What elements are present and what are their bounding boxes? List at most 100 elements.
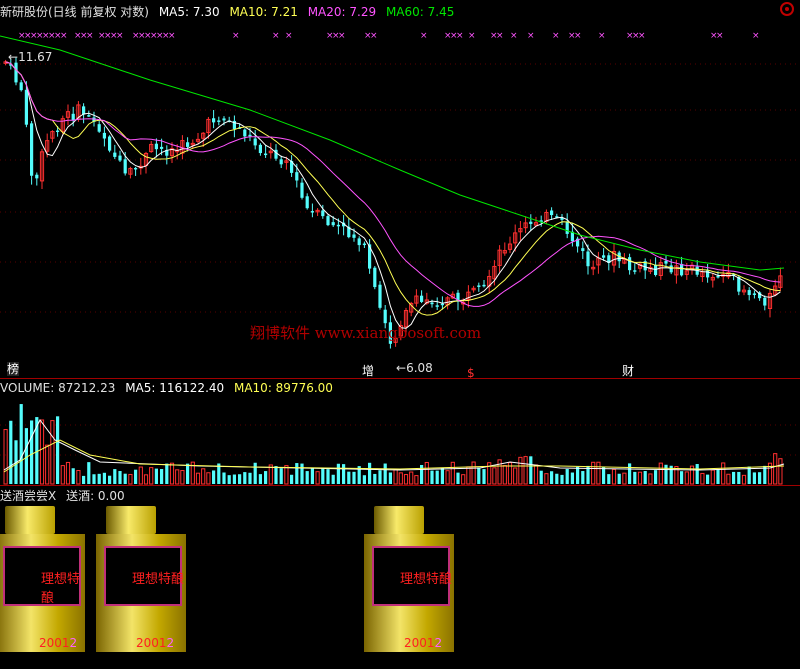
volume-bar bbox=[232, 474, 236, 484]
volume-bar bbox=[331, 474, 335, 484]
volume-bar bbox=[373, 473, 377, 484]
volume-bar bbox=[19, 404, 23, 484]
jar-year-value: 2001 bbox=[39, 636, 70, 650]
volume-bar bbox=[732, 471, 736, 484]
jar-year: 20012 bbox=[39, 636, 77, 650]
volume-bar bbox=[39, 419, 45, 485]
signal-marker: × bbox=[468, 31, 476, 41]
volume-bar bbox=[716, 469, 720, 484]
volume-bar bbox=[440, 467, 444, 484]
candle-body bbox=[212, 118, 216, 123]
volume-ma10-label: MA10: 89776.00 bbox=[233, 381, 333, 395]
candle-body bbox=[586, 251, 590, 267]
signal-marker: × bbox=[638, 31, 646, 41]
indicator-header: 送酒尝尝X 送酒: 0.00 bbox=[0, 487, 131, 504]
volume-bar bbox=[747, 466, 751, 484]
volume-bar bbox=[180, 470, 185, 485]
candle-body bbox=[378, 284, 382, 308]
candle-body bbox=[30, 123, 34, 176]
volume-bar bbox=[128, 473, 133, 485]
candle-body bbox=[71, 113, 75, 121]
candle-body bbox=[186, 142, 190, 147]
indicator-value: 送酒: 0.00 bbox=[66, 489, 125, 503]
candle-body bbox=[633, 270, 637, 272]
candle-body bbox=[669, 265, 673, 273]
volume-bar bbox=[680, 471, 684, 484]
candle-body bbox=[258, 144, 262, 154]
candle-body bbox=[420, 295, 424, 302]
volume-bar bbox=[165, 463, 169, 484]
signal-marker: × bbox=[285, 31, 293, 41]
volume-bar bbox=[274, 466, 278, 484]
candle-body bbox=[680, 263, 684, 276]
volume-bar bbox=[175, 469, 180, 485]
volume-bar bbox=[92, 474, 96, 484]
volume-bar bbox=[82, 475, 86, 484]
candle-body bbox=[19, 82, 23, 91]
candle-body bbox=[123, 159, 127, 174]
volume-bar bbox=[607, 474, 611, 484]
signal-marker: × bbox=[420, 31, 428, 41]
volume-bar bbox=[102, 472, 106, 484]
volume-bar bbox=[336, 463, 340, 484]
volume-bar bbox=[648, 473, 653, 485]
volume-bar bbox=[305, 471, 309, 484]
volume-bar bbox=[138, 466, 143, 485]
volume-bar bbox=[284, 465, 289, 485]
volume-bar bbox=[424, 461, 429, 485]
candle-body bbox=[264, 153, 268, 156]
volume-bar bbox=[227, 475, 231, 484]
signal-marker: × bbox=[552, 31, 560, 41]
candle-body bbox=[97, 124, 101, 132]
candle-body bbox=[300, 182, 304, 198]
jar-neck bbox=[374, 506, 424, 534]
high-price-label: ←11.67 bbox=[8, 50, 53, 64]
volume-bar bbox=[617, 473, 621, 484]
candle-body bbox=[154, 143, 158, 150]
event-zeng[interactable]: 增 bbox=[362, 364, 374, 378]
candle-body bbox=[305, 196, 309, 209]
volume-bar bbox=[706, 474, 710, 484]
price-volume-chart: ×××××××× ××× ×××× ××××××× × × × ××× ×× × ××× × ×× × × ×… bbox=[0, 31, 800, 485]
volume-bar bbox=[482, 469, 486, 484]
event-bang[interactable]: 榜 bbox=[7, 362, 20, 376]
volume-bar bbox=[430, 470, 434, 484]
jar-name: 理想特酿 bbox=[41, 572, 81, 606]
volume-bar bbox=[637, 471, 643, 485]
volume-bar bbox=[565, 468, 569, 484]
volume-bar bbox=[310, 468, 314, 484]
volume-bar bbox=[238, 474, 242, 484]
volume-bar bbox=[533, 464, 539, 485]
watermark: 翔博软件 www.xiangbosoft.com bbox=[250, 324, 482, 342]
jar-year-value: 2001 bbox=[404, 636, 435, 650]
volume-bar bbox=[518, 456, 523, 485]
volume-bar bbox=[581, 471, 585, 484]
candle-body bbox=[747, 290, 751, 296]
candle-body bbox=[565, 221, 569, 234]
volume-bar bbox=[560, 474, 564, 484]
volume-bar bbox=[300, 463, 304, 484]
candle-body bbox=[108, 136, 112, 151]
candle-body bbox=[716, 275, 720, 278]
volume-bar bbox=[347, 471, 351, 484]
volume-bar bbox=[160, 469, 164, 484]
candle-body bbox=[56, 130, 60, 133]
signal-marker: × bbox=[716, 31, 724, 41]
volume-bar bbox=[279, 468, 283, 484]
jar-body: 理想特酿 20012 bbox=[364, 534, 454, 652]
candle-body bbox=[35, 174, 39, 179]
volume-bar bbox=[290, 474, 294, 484]
candle-body bbox=[331, 222, 335, 226]
volume-bar bbox=[461, 474, 466, 485]
volume-bar bbox=[315, 471, 320, 485]
volume-bar bbox=[222, 472, 226, 484]
volume-bar bbox=[398, 472, 403, 485]
event-cai[interactable]: 财 bbox=[622, 364, 634, 378]
volume-bar bbox=[414, 475, 419, 485]
candle-body bbox=[430, 302, 434, 305]
volume-bar bbox=[622, 472, 627, 485]
candle-body bbox=[664, 260, 668, 264]
volume-bar bbox=[450, 461, 455, 485]
volume-bar bbox=[773, 453, 778, 485]
volume-bar bbox=[529, 456, 533, 484]
